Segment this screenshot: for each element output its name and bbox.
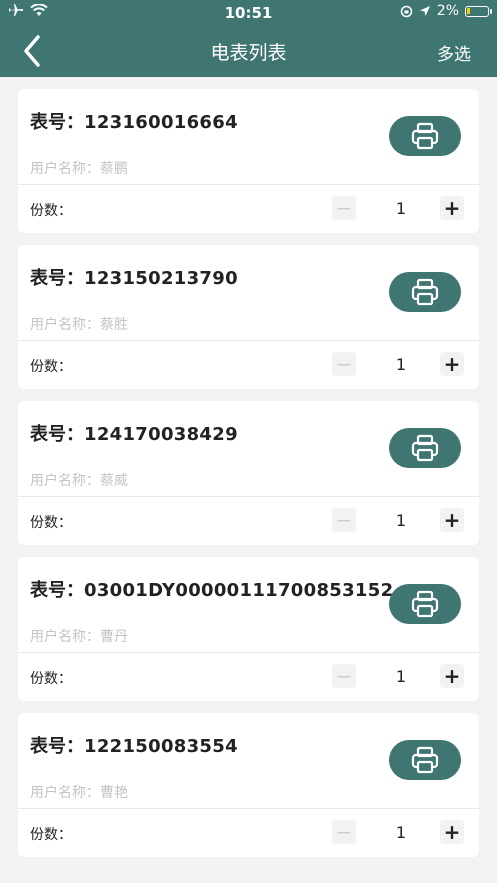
user-name-value: 蔡胜 — [100, 317, 128, 333]
meter-number-label: 表号： — [30, 736, 84, 757]
rotation-lock-icon — [400, 5, 413, 17]
divider — [18, 496, 479, 497]
status-right: 2% — [400, 3, 492, 19]
decrement-button[interactable]: − — [332, 196, 356, 220]
printer-icon — [411, 278, 439, 306]
copies-value[interactable]: 1 — [388, 355, 414, 374]
battery-icon — [465, 5, 492, 17]
print-button[interactable] — [389, 428, 461, 468]
copies-label: 份数： — [30, 515, 72, 531]
meter-number-value: 124170038429 — [84, 424, 238, 445]
plus-icon: + — [443, 196, 461, 220]
user-name-value: 蔡鹏 — [100, 161, 128, 177]
divider — [18, 184, 479, 185]
copies-value[interactable]: 1 — [388, 511, 414, 530]
user-name: 用户名称：蔡胜 — [30, 314, 128, 334]
meter-card: 表号：122150083554 用户名称：曹艳 份数： − 1 + — [18, 713, 479, 857]
meter-card: 表号：124170038429 用户名称：蔡威 份数： − 1 + — [18, 401, 479, 545]
increment-button[interactable]: + — [440, 820, 464, 844]
meter-number-label: 表号： — [30, 580, 84, 601]
meter-number-value: 03001DY00000111700853152 — [84, 580, 394, 601]
increment-button[interactable]: + — [440, 508, 464, 532]
nav-bar: 10:51 2% 电表列表 多选 — [0, 0, 497, 77]
copies-value[interactable]: 1 — [388, 199, 414, 218]
meter-number: 表号：03001DY00000111700853152 — [30, 576, 393, 602]
divider — [18, 652, 479, 653]
minus-icon: − — [335, 196, 353, 220]
copies-label: 份数： — [30, 203, 72, 219]
meter-number: 表号：122150083554 — [30, 732, 238, 758]
meter-number-label: 表号： — [30, 112, 84, 133]
plus-icon: + — [443, 352, 461, 376]
minus-icon: − — [335, 508, 353, 532]
meter-number-value: 122150083554 — [84, 736, 238, 757]
copies-label: 份数： — [30, 359, 72, 375]
meter-number: 表号：123160016664 — [30, 108, 238, 134]
increment-button[interactable]: + — [440, 196, 464, 220]
location-arrow-icon — [419, 6, 430, 16]
user-name: 用户名称：曹丹 — [30, 626, 128, 646]
minus-icon: − — [335, 664, 353, 688]
meter-card: 表号：123150213790 用户名称：蔡胜 份数： − 1 + — [18, 245, 479, 389]
printer-icon — [411, 746, 439, 774]
meter-card: 表号：03001DY00000111700853152 用户名称：曹丹 份数： … — [18, 557, 479, 701]
copies-value[interactable]: 1 — [388, 667, 414, 686]
increment-button[interactable]: + — [440, 352, 464, 376]
decrement-button[interactable]: − — [332, 508, 356, 532]
meter-number: 表号：123150213790 — [30, 264, 238, 290]
printer-icon — [411, 122, 439, 150]
meter-number: 表号：124170038429 — [30, 420, 238, 446]
user-name-label: 用户名称： — [30, 629, 100, 645]
user-name: 用户名称：曹艳 — [30, 782, 128, 802]
copies-label: 份数： — [30, 671, 72, 687]
divider — [18, 340, 479, 341]
meter-list: 表号：123160016664 用户名称：蔡鹏 份数： − 1 + 表号：123… — [18, 89, 479, 869]
user-name: 用户名称：蔡威 — [30, 470, 128, 490]
copies-value[interactable]: 1 — [388, 823, 414, 842]
decrement-button[interactable]: − — [332, 664, 356, 688]
user-name-value: 曹艳 — [100, 785, 128, 801]
plus-icon: + — [443, 508, 461, 532]
print-button[interactable] — [389, 584, 461, 624]
copies-label: 份数： — [30, 827, 72, 843]
meter-number-label: 表号： — [30, 268, 84, 289]
divider — [18, 808, 479, 809]
user-name-label: 用户名称： — [30, 785, 100, 801]
user-name-value: 蔡威 — [100, 473, 128, 489]
print-button[interactable] — [389, 740, 461, 780]
user-name-label: 用户名称： — [30, 161, 100, 177]
page-title: 电表列表 — [210, 42, 287, 64]
printer-icon — [411, 590, 439, 618]
decrement-button[interactable]: − — [332, 352, 356, 376]
minus-icon: − — [335, 820, 353, 844]
user-name-label: 用户名称： — [30, 473, 100, 489]
meter-card: 表号：123160016664 用户名称：蔡鹏 份数： − 1 + — [18, 89, 479, 233]
minus-icon: − — [335, 352, 353, 376]
meter-number-value: 123160016664 — [84, 112, 238, 133]
user-name-value: 曹丹 — [100, 629, 128, 645]
user-name: 用户名称：蔡鹏 — [30, 158, 128, 178]
meter-number-value: 123150213790 — [84, 268, 238, 289]
meter-number-label: 表号： — [30, 424, 84, 445]
multi-select-button[interactable]: 多选 — [437, 40, 471, 65]
print-button[interactable] — [389, 272, 461, 312]
print-button[interactable] — [389, 116, 461, 156]
printer-icon — [411, 434, 439, 462]
battery-percent: 2% — [436, 3, 459, 19]
plus-icon: + — [443, 664, 461, 688]
increment-button[interactable]: + — [440, 664, 464, 688]
user-name-label: 用户名称： — [30, 317, 100, 333]
plus-icon: + — [443, 820, 461, 844]
decrement-button[interactable]: − — [332, 820, 356, 844]
